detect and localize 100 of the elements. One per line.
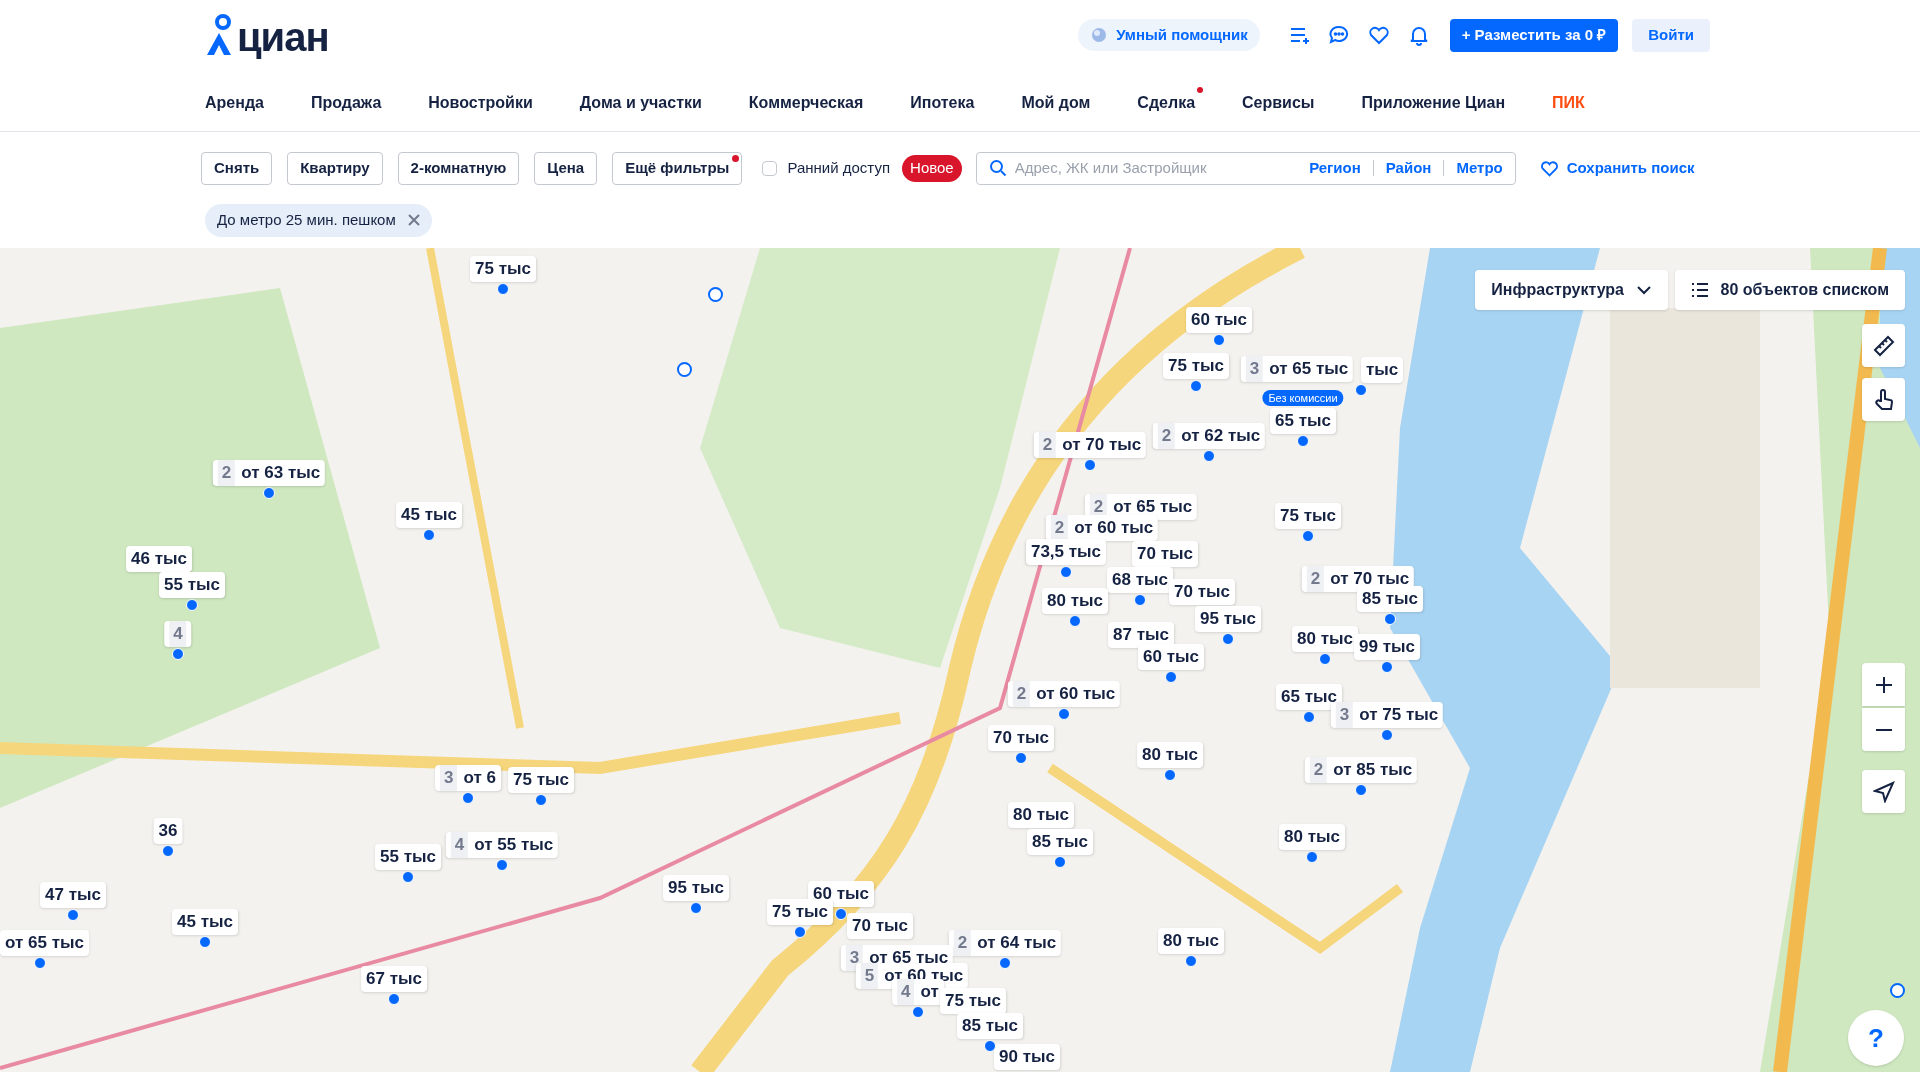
filter-button[interactable]: Цена [534, 151, 598, 185]
assistant-button[interactable]: Умный помощник [1078, 19, 1260, 51]
price-pin[interactable]: 46 тыс [126, 546, 192, 572]
price-pin[interactable]: 55 тыс [375, 844, 441, 870]
nav-link[interactable]: Сервисы [1242, 86, 1323, 115]
price-pin[interactable]: 2 от 85 тыс [1304, 757, 1418, 783]
price-pin[interactable]: 80 тыс [1158, 928, 1224, 954]
price-pin[interactable]: 80 тыс [1137, 742, 1203, 768]
price-pin[interactable]: 65 тыс [1276, 684, 1342, 710]
search-scope-link[interactable]: Район [1385, 156, 1432, 180]
filter-button[interactable]: 2-комнатную [397, 151, 520, 185]
price-pin[interactable]: 2 от 70 тыс [1033, 432, 1147, 458]
locate-button[interactable] [1862, 770, 1905, 813]
price-pin[interactable]: 99 тыс [1354, 634, 1420, 660]
post-ad-button[interactable]: + Разместить за 0 ₽ [1449, 18, 1619, 52]
price-pin[interactable]: 2 от 64 тыс [948, 930, 1062, 956]
search-field[interactable]: Адрес, ЖК или Застройщик Регион Район Метро [975, 151, 1516, 185]
heart-icon[interactable] [1367, 24, 1390, 46]
login-button[interactable]: Войти [1632, 18, 1710, 52]
price-pin[interactable]: 65 тыс [1270, 408, 1336, 434]
list-view-button[interactable]: 80 объектов списком [1674, 270, 1905, 310]
price-pin[interactable]: 80 тыс [1292, 626, 1358, 652]
nav-link[interactable]: Аренда [205, 86, 272, 115]
price-pin[interactable]: 60 тыс [1138, 644, 1204, 670]
price-pin[interactable]: 45 тыс [172, 909, 238, 935]
price-pin[interactable]: 47 тыс [40, 882, 106, 908]
chat-icon[interactable] [1327, 24, 1350, 46]
price-pin[interactable]: 3 от 75 тыс [1330, 702, 1444, 728]
price-pin[interactable]: 75 тыс [1275, 503, 1341, 529]
price-pin[interactable]: 3 от 6 [435, 765, 501, 791]
nav-link[interactable]: Мой дом [1021, 86, 1099, 115]
nav-link[interactable]: Ипотека [910, 86, 983, 115]
filter-button[interactable]: Квартиру [287, 151, 383, 185]
price-pin[interactable]: 4 от 55 тыс [445, 832, 559, 858]
ruler-button[interactable] [1862, 324, 1905, 367]
price-pin[interactable]: 55 тыс [159, 572, 225, 598]
price-pin[interactable]: 85 тыс [957, 1013, 1023, 1039]
nav-link[interactable]: Приложение Циан [1361, 86, 1514, 115]
price-pin[interactable]: 2 от 65 тыс [1084, 494, 1198, 520]
filter-chip[interactable]: До метро 25 мин. пешком [205, 203, 432, 237]
price-pin[interactable]: 4 [164, 621, 192, 647]
price-pin[interactable]: 87 тыс [1108, 622, 1174, 648]
no-commission-badge: Без комиссии [1262, 390, 1344, 406]
logo-text[interactable]: циан [237, 17, 329, 57]
price-pin[interactable]: 68 тыс [1107, 567, 1173, 593]
minus-icon [1873, 727, 1894, 732]
price-pin[interactable]: 36 [153, 818, 183, 844]
hand-button[interactable] [1862, 378, 1905, 421]
price-pin[interactable]: 3 от 65 тыс [1240, 356, 1354, 382]
filter-button[interactable]: Ещё фильтры [612, 151, 743, 185]
price-pin[interactable]: 75 тыс [470, 256, 536, 282]
price-pin[interactable]: 85 тыс [1357, 586, 1423, 612]
search-scope-link[interactable]: Метро [1456, 156, 1503, 180]
nav-link[interactable]: Продажа [310, 86, 390, 115]
price-pin[interactable]: 2 от 62 тыс [1152, 423, 1266, 449]
price-pin[interactable]: 95 тыс [1195, 606, 1261, 632]
price-pin[interactable]: 90 тыс [994, 1044, 1060, 1070]
price-pin[interactable]: 80 тыс [1279, 824, 1345, 850]
price-pin[interactable]: от 65 тыс [0, 930, 89, 956]
price-pin[interactable]: 80 тыс [1008, 802, 1074, 828]
search-scope-link[interactable]: Регион [1309, 156, 1361, 180]
price-pin[interactable]: 70 тыс [988, 725, 1054, 751]
price-pin[interactable]: 45 тыс [396, 502, 462, 528]
nav-link[interactable]: Дома и участки [579, 86, 710, 115]
price-pin[interactable]: 95 тыс [663, 875, 729, 901]
price-pin[interactable]: 2 от 60 тыс [1045, 515, 1159, 541]
price-pin[interactable]: 2 от 60 тыс [1007, 681, 1121, 707]
price-pin[interactable]: 85 тыс [1027, 829, 1093, 855]
count-badge: 3 [1245, 356, 1264, 382]
price-pin[interactable]: 75 тыс [508, 767, 574, 793]
price-pin[interactable]: 75 тыс [940, 988, 1006, 1014]
price-pin[interactable]: 70 тыс [1132, 541, 1198, 567]
nav-link[interactable]: Сделка [1137, 86, 1204, 115]
count-badge: 4 [450, 832, 469, 858]
price-pin[interactable]: 70 тыс [847, 913, 913, 939]
price-pin[interactable]: 2 от 63 тыс [212, 460, 326, 486]
price-pin[interactable]: 75 тыс [1163, 353, 1229, 379]
plus-icon [1873, 674, 1894, 695]
filter-button[interactable]: Снять [201, 151, 273, 185]
ruler-icon [1871, 333, 1896, 358]
checkbox-label: Ранний доступ [787, 157, 891, 178]
save-search-button[interactable]: Сохранить поиск [1539, 156, 1695, 180]
price-pin[interactable]: 73,5 тыс [1025, 539, 1107, 565]
count-badge: 5 [860, 963, 879, 989]
price-pin[interactable]: тыс [1361, 357, 1404, 383]
count-badge: 2 [1038, 432, 1057, 458]
price-pin[interactable]: 70 тыс [1169, 579, 1235, 605]
zoom-in-button[interactable] [1862, 663, 1905, 706]
checkbox[interactable] [762, 160, 778, 176]
price-pin[interactable]: 75 тыс [767, 899, 833, 925]
price-pin[interactable]: 60 тыс [1186, 307, 1252, 333]
count-badge: 3 [1335, 702, 1354, 728]
price-pin[interactable]: 80 тыс [1042, 588, 1108, 614]
nav-link[interactable]: Новостройки [428, 86, 541, 115]
nav-link[interactable]: Коммерческая [748, 86, 872, 115]
close-icon[interactable] [407, 214, 420, 226]
list-icon [1690, 282, 1709, 298]
infrastructure-dropdown[interactable]: Инфраструктура [1475, 270, 1668, 310]
price-pin[interactable]: 67 тыс [361, 966, 427, 992]
count-badge: 3 [845, 945, 864, 971]
